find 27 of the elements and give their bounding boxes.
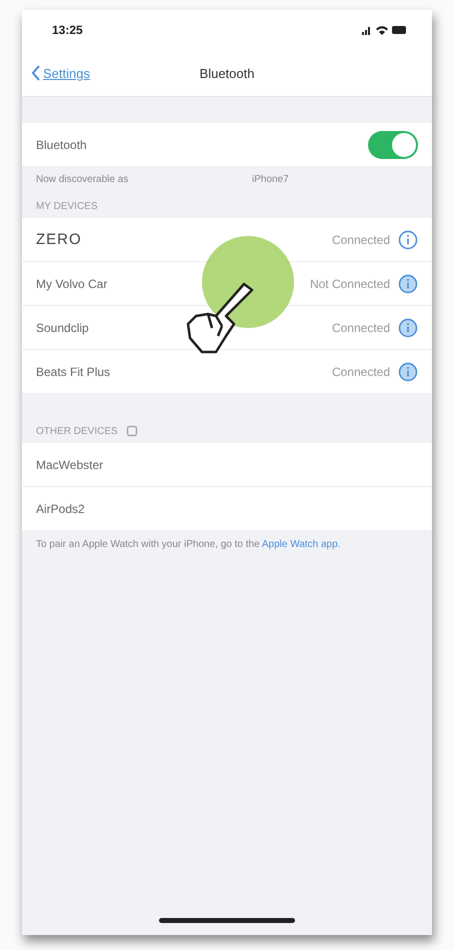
status-time: 13:25 [52, 23, 83, 37]
apple-watch-link[interactable]: Apple Watch app [262, 539, 338, 550]
device-name[interactable]: AirPods2 [36, 502, 85, 516]
bluetooth-label: Bluetooth [36, 138, 87, 152]
device-name[interactable]: MacWebster [36, 458, 104, 472]
connection-status: Connected [332, 320, 390, 334]
device-name[interactable]: ZERO [36, 231, 82, 248]
info-icon[interactable] [398, 230, 418, 250]
device-name: iPhone7 [252, 174, 289, 185]
connection-status: Connected [332, 232, 390, 246]
info-icon[interactable] [398, 274, 418, 294]
info-icon[interactable] [398, 318, 418, 338]
chevron-left-icon [32, 65, 41, 81]
device-name[interactable]: My Volvo Car [36, 276, 108, 290]
section-header: MY DEVICES [36, 201, 98, 212]
connection-status: Not Connected [310, 276, 390, 290]
device-name[interactable]: Beats Fit Plus [36, 364, 110, 378]
back-link[interactable]: Settings [22, 65, 90, 81]
discoverable-label: Now discoverable as [36, 174, 130, 185]
footer-text: To pair an Apple Watch with your iPhone, go to the Apple Watch app. [36, 538, 342, 552]
nav-title: Bluetooth [200, 66, 254, 80]
status-icons [362, 24, 408, 36]
section-header: OTHER DEVICES [36, 426, 118, 436]
device-name[interactable]: Soundclip [36, 320, 89, 334]
connection-status: Connected [332, 364, 390, 378]
bluetooth-toggle[interactable] [368, 130, 418, 158]
info-icon[interactable] [398, 362, 418, 382]
